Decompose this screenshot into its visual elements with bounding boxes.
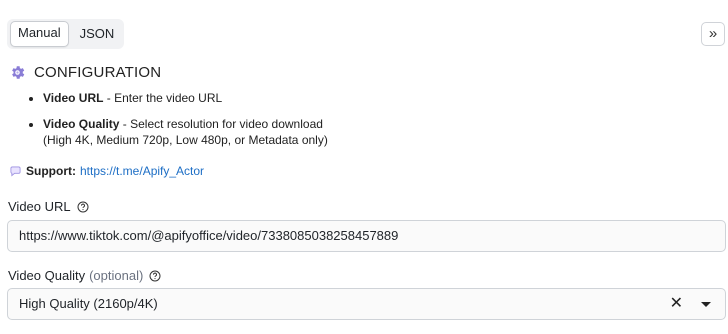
input-mode-tabs: Manual JSON <box>7 19 124 49</box>
list-item: Video URL - Enter the video URL <box>43 90 328 106</box>
gear-icon <box>12 66 25 79</box>
speech-bubble-icon <box>10 166 21 177</box>
configuration-heading: CONFIGURATION <box>9 64 161 81</box>
caret-down-icon[interactable] <box>701 302 711 307</box>
support-label: Support: <box>26 164 76 178</box>
configuration-title: CONFIGURATION <box>34 64 162 81</box>
item-text: - Enter the video URL <box>103 91 223 105</box>
video-url-label-text: Video URL <box>8 199 71 214</box>
tab-json[interactable]: JSON <box>73 22 122 46</box>
video-url-value: https://www.tiktok.com/@apifyoffice/vide… <box>19 228 399 243</box>
expand-button[interactable]: » <box>701 22 725 46</box>
video-url-label: Video URL <box>8 199 89 214</box>
item-text: - Select resolution for video download <box>119 117 323 131</box>
help-circle-icon[interactable] <box>77 201 89 213</box>
item-title: Video URL <box>43 91 104 105</box>
video-quality-value: High Quality (2160p/4K) <box>19 296 158 311</box>
support-line: Support: https://t.me/Apify_Actor <box>10 164 204 178</box>
tab-manual[interactable]: Manual <box>10 21 69 47</box>
configuration-list: Video URL - Enter the video URL Video Qu… <box>24 90 328 148</box>
clear-icon[interactable]: ✕ <box>670 289 683 319</box>
item-note: (High 4K, Medium 720p, Low 480p, or Meta… <box>43 133 328 147</box>
help-circle-icon[interactable] <box>149 270 161 282</box>
support-link[interactable]: https://t.me/Apify_Actor <box>80 164 204 178</box>
video-quality-select[interactable]: High Quality (2160p/4K) ✕ <box>7 288 726 320</box>
optional-tag: (optional) <box>89 268 144 283</box>
video-quality-label-text: Video Quality <box>8 268 86 283</box>
item-title: Video Quality <box>43 117 120 131</box>
video-url-input[interactable]: https://www.tiktok.com/@apifyoffice/vide… <box>7 220 726 252</box>
video-quality-label: Video Quality (optional) <box>8 268 161 283</box>
list-item: Video Quality - Select resolution for vi… <box>43 116 328 148</box>
